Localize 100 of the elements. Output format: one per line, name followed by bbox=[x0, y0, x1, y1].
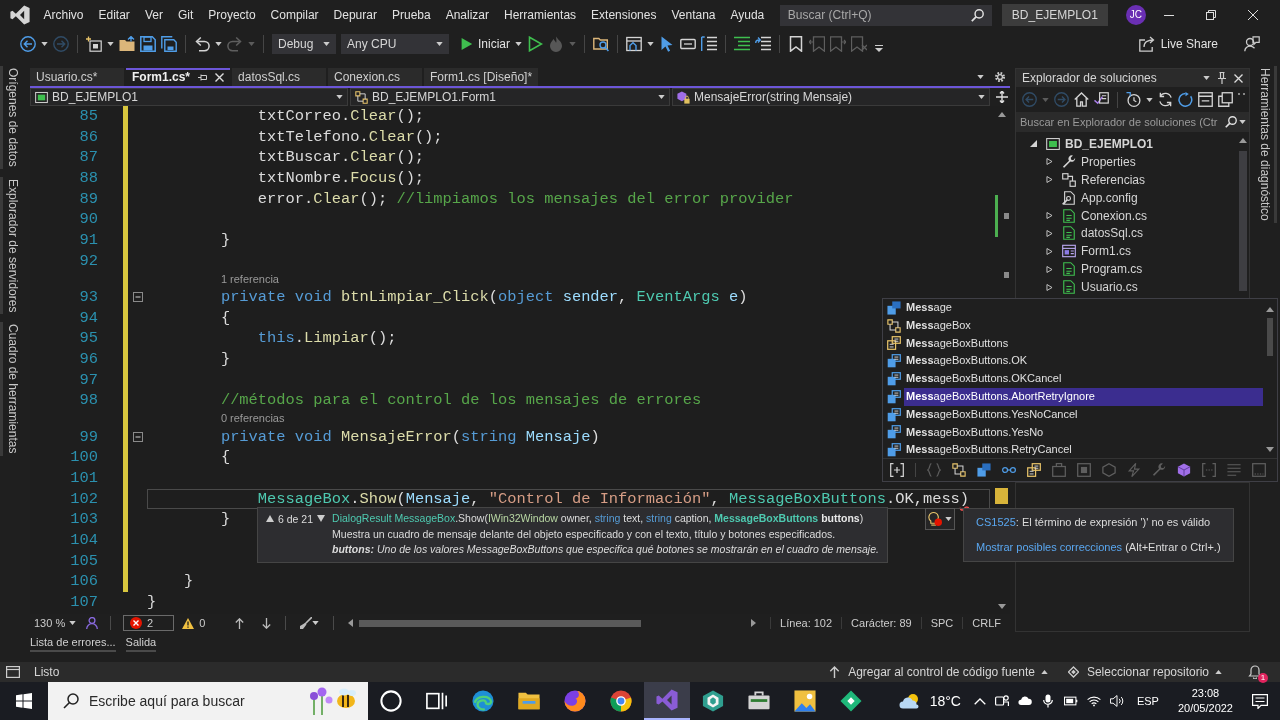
search-field[interactable]: Buscar en Explorador de soluciones (Ctr bbox=[1016, 112, 1249, 132]
caret-icon[interactable] bbox=[515, 42, 522, 46]
down-triangle-icon[interactable] bbox=[317, 515, 326, 523]
completion-item[interactable]: MessageBoxButtons.OKCancel bbox=[904, 370, 1263, 388]
search-field[interactable]: Buscar (Ctrl+Q) bbox=[779, 4, 992, 26]
scroll-up-icon[interactable] bbox=[1266, 307, 1274, 312]
up-triangle-icon[interactable] bbox=[266, 515, 274, 523]
chevron-up-icon[interactable] bbox=[973, 697, 986, 705]
minimize-icon[interactable] bbox=[1164, 14, 1174, 16]
notification-center-icon[interactable] bbox=[1252, 693, 1268, 709]
scroll-up-icon[interactable] bbox=[997, 112, 1006, 117]
side-tab[interactable]: Herramientas de diagnóstico bbox=[1256, 66, 1277, 223]
scroll-left-icon[interactable] bbox=[348, 619, 354, 627]
wifi-icon[interactable] bbox=[1086, 694, 1101, 708]
tree-item[interactable]: Usuario.cs bbox=[1062, 280, 1138, 295]
pin-icon[interactable] bbox=[1218, 72, 1226, 84]
collapsed-arrow-icon[interactable] bbox=[1046, 176, 1053, 184]
indent-lines-icon[interactable] bbox=[701, 36, 717, 52]
caret-up-icon[interactable] bbox=[1215, 670, 1222, 674]
completion-item[interactable]: MessageBoxButtons.OK bbox=[904, 352, 1263, 371]
zoom-dropdown[interactable]: 130 % bbox=[30, 617, 80, 629]
completion-item[interactable]: MessageBoxButtons.YesNoCancel bbox=[904, 405, 1263, 424]
new-item-icon[interactable] bbox=[86, 36, 102, 52]
window-icon[interactable] bbox=[626, 36, 642, 52]
line-ending-indicator[interactable]: CRLF bbox=[962, 617, 1010, 629]
folder-search-icon[interactable] bbox=[593, 36, 609, 52]
comment-lines-icon[interactable] bbox=[734, 36, 750, 52]
clock-date[interactable]: 20/05/2022 bbox=[1177, 701, 1233, 716]
brush-icon[interactable] bbox=[300, 617, 313, 629]
collapsed-arrow-icon[interactable] bbox=[1046, 229, 1053, 237]
pin-icon[interactable] bbox=[198, 72, 208, 82]
configuration-dropdown[interactable]: Debug bbox=[272, 34, 336, 54]
four-panes-icon[interactable] bbox=[16, 693, 32, 709]
menu-item[interactable]: Analizar bbox=[438, 0, 497, 30]
close-icon[interactable] bbox=[1248, 10, 1258, 20]
microphone-icon[interactable] bbox=[1040, 694, 1055, 708]
person-icon[interactable] bbox=[86, 617, 98, 629]
scroll-down-icon[interactable] bbox=[997, 604, 1006, 609]
move-arrows-icon[interactable] bbox=[996, 91, 1008, 103]
taskbar-search-field[interactable]: Escribe aquí para buscar bbox=[48, 682, 368, 720]
tree-item[interactable]: Form1.cs bbox=[1062, 244, 1131, 259]
member-dropdown[interactable]: MensajeError(string Mensaje) bbox=[672, 88, 990, 106]
battery-icon[interactable] bbox=[1063, 694, 1078, 708]
linked-boxes-icon[interactable] bbox=[952, 463, 966, 477]
tree-item[interactable]: Conexion.cs bbox=[1062, 208, 1148, 223]
side-tab[interactable]: Cuadro de herramientas bbox=[0, 322, 24, 456]
menu-item[interactable]: Ventana bbox=[663, 0, 723, 30]
menu-item[interactable]: Ver bbox=[137, 0, 171, 30]
tree-item[interactable]: Program.cs bbox=[1062, 262, 1143, 277]
menu-item[interactable]: Editar bbox=[91, 0, 138, 30]
pointer-icon[interactable] bbox=[659, 36, 675, 52]
restore-icon[interactable] bbox=[1206, 10, 1216, 20]
save-icon[interactable] bbox=[140, 36, 156, 52]
collapse-all-icon[interactable] bbox=[1198, 92, 1213, 107]
tree-item[interactable]: App.config bbox=[1062, 190, 1138, 205]
quick-actions-button[interactable] bbox=[925, 508, 955, 530]
overflow-icon[interactable] bbox=[875, 44, 883, 52]
cube-icon[interactable] bbox=[1177, 463, 1191, 477]
menu-item[interactable]: Ayuda bbox=[723, 0, 772, 30]
completion-item[interactable]: MessageBoxButtons.AbortRetryIgnore bbox=[904, 388, 1263, 406]
scroll-right-icon[interactable] bbox=[751, 619, 757, 627]
close-icon[interactable] bbox=[1234, 73, 1243, 83]
collapsed-arrow-icon[interactable] bbox=[1046, 212, 1053, 219]
codelens-link[interactable]: 0 referencias bbox=[220, 412, 285, 425]
menu-item[interactable]: Extensiones bbox=[583, 0, 664, 30]
rounded-rectangle-icon[interactable] bbox=[680, 36, 696, 52]
play-outline-icon[interactable] bbox=[527, 36, 543, 52]
menu-item[interactable]: Compilar bbox=[263, 0, 327, 30]
completion-item[interactable]: MessageBoxButtons.YesNo bbox=[904, 423, 1263, 442]
panel-tab[interactable]: Salida bbox=[125, 636, 157, 652]
close-icon[interactable] bbox=[215, 72, 225, 82]
warning-count[interactable]: 0 bbox=[182, 617, 206, 629]
collapse-icon[interactable] bbox=[132, 292, 143, 303]
open-folder-icon[interactable] bbox=[119, 36, 135, 52]
caret-icon[interactable] bbox=[977, 75, 984, 79]
temperature[interactable]: 18°C bbox=[929, 693, 961, 709]
collapsed-arrow-icon[interactable] bbox=[1046, 158, 1053, 166]
source-control-button[interactable]: Agregar al control de código fuente bbox=[829, 665, 1035, 679]
up-arrow-icon[interactable] bbox=[235, 617, 245, 629]
error-code-link[interactable]: CS1525 bbox=[976, 516, 1016, 528]
caret-icon[interactable] bbox=[41, 42, 48, 46]
document-tab[interactable]: Usuario.cs* bbox=[30, 68, 124, 86]
side-tab[interactable]: Explorador de servidores bbox=[0, 176, 24, 315]
side-tab[interactable]: Orígenes de datos bbox=[0, 66, 24, 169]
copy-icon[interactable] bbox=[1218, 92, 1233, 107]
menu-item[interactable]: Proyecto bbox=[200, 0, 264, 30]
scroll-thumb[interactable] bbox=[1267, 318, 1273, 356]
home-icon[interactable] bbox=[1074, 92, 1089, 107]
settings-icon[interactable] bbox=[994, 71, 1006, 83]
live-share-button[interactable]: Live Share bbox=[1138, 36, 1218, 52]
tree-item[interactable]: BD_EJEMPLO1 bbox=[1046, 136, 1154, 151]
completion-item[interactable]: Message bbox=[904, 299, 1263, 317]
clock-time[interactable]: 23:08 bbox=[1191, 686, 1220, 701]
caret-icon[interactable] bbox=[107, 42, 114, 46]
caret-icon[interactable] bbox=[1203, 76, 1210, 80]
project-dropdown[interactable]: BD_EJEMPLO1 bbox=[30, 88, 348, 106]
clock-icon[interactable] bbox=[1126, 92, 1141, 107]
tree-item[interactable]: Properties bbox=[1062, 154, 1136, 169]
completion-item[interactable]: MessageBox bbox=[904, 316, 1263, 335]
caret-icon[interactable] bbox=[647, 42, 654, 46]
